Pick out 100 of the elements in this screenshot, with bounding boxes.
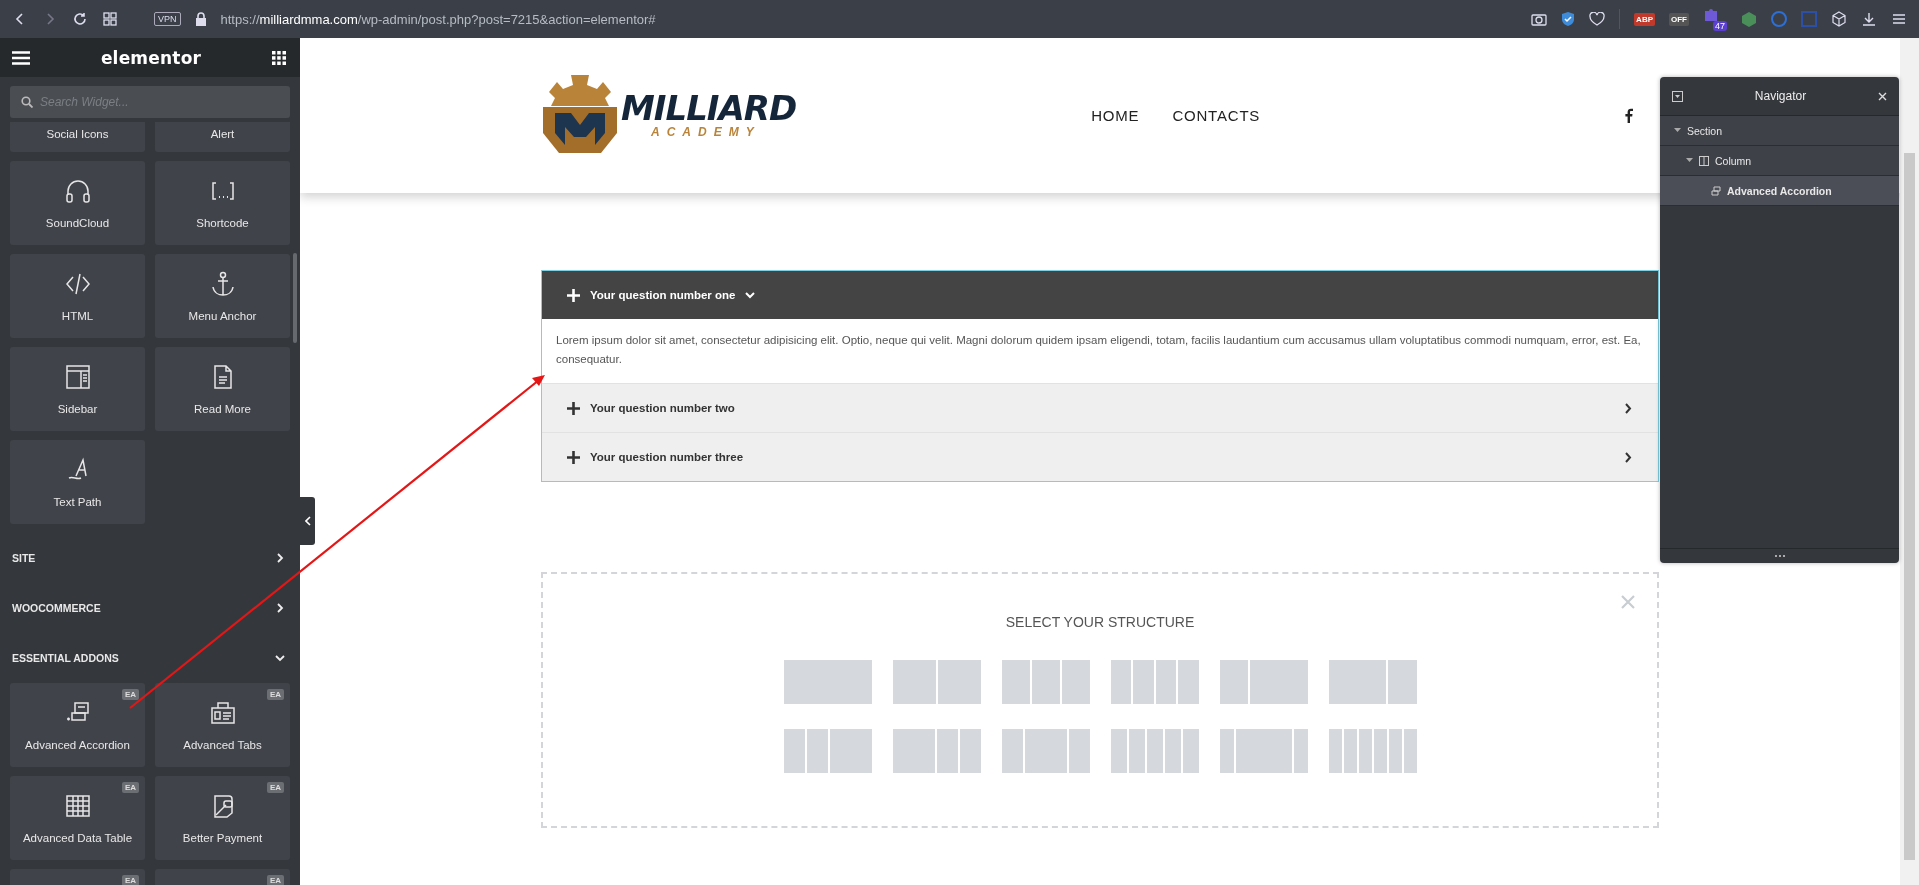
facebook-icon[interactable]: [1625, 108, 1633, 123]
column-layout-preset[interactable]: [892, 660, 981, 704]
addon-badge: EA: [121, 689, 139, 700]
category-header[interactable]: SITE: [10, 533, 290, 583]
addon-badge: EA: [121, 782, 139, 793]
widget-card[interactable]: Sidebar: [10, 347, 145, 431]
grid-icon[interactable]: [102, 11, 118, 27]
widget-card[interactable]: Text Path: [10, 440, 145, 524]
logo-subtitle: ACADEMY: [651, 125, 761, 140]
reload-icon[interactable]: [72, 11, 88, 27]
column-icon: [1699, 155, 1709, 166]
column-layout-preset[interactable]: [1328, 660, 1417, 704]
square-icon[interactable]: [1801, 11, 1817, 27]
category-header[interactable]: ESSENTIAL ADDONS: [10, 633, 290, 683]
accordion-title: Your question number two: [590, 402, 735, 414]
column-layout-preset[interactable]: [1219, 729, 1308, 773]
dots-icon: [1774, 554, 1785, 558]
widget-label: Text Path: [53, 496, 102, 508]
apps-grid-icon[interactable]: [272, 50, 286, 65]
column-layout-preset[interactable]: [1001, 660, 1090, 704]
tree-item[interactable]: Section: [1660, 116, 1899, 146]
addon-badge: EA: [266, 689, 284, 700]
nav-link[interactable]: CONTACTS: [1172, 107, 1261, 124]
widget-card[interactable]: Read More: [155, 347, 290, 431]
close-icon[interactable]: [1878, 91, 1887, 101]
widget-card[interactable]: EA Better Payment: [155, 776, 290, 860]
menu-icon[interactable]: [12, 50, 30, 65]
scrollbar[interactable]: [293, 253, 297, 343]
widget-label: Advanced Data Table: [22, 832, 133, 844]
category-title: WOOCOMMERCE: [12, 602, 101, 614]
structure-title: SELECT YOUR STRUCTURE: [1005, 614, 1195, 630]
tree-item[interactable]: Column: [1660, 146, 1899, 176]
column-layout-preset[interactable]: [1110, 660, 1199, 704]
tree-item-label: Column: [1715, 154, 1752, 167]
widget-label: SoundCloud: [45, 217, 110, 229]
column-layout-preset[interactable]: [1001, 729, 1090, 773]
plus-icon: [567, 401, 580, 415]
scrollbar[interactable]: [1900, 38, 1919, 885]
shield-icon[interactable]: [1561, 11, 1576, 27]
tree-item-label: Section: [1687, 124, 1723, 137]
extension-button[interactable]: 47: [1703, 7, 1727, 31]
sidebar-layout-icon: [63, 363, 92, 391]
widget-card[interactable]: EA Advanced Tabs: [155, 683, 290, 767]
heart-icon[interactable]: [1589, 12, 1606, 26]
collapse-panel-button[interactable]: [300, 497, 315, 545]
logo-title: MILLIARD: [621, 91, 797, 126]
chevron-right-icon: [1624, 402, 1632, 414]
category-title: SITE: [12, 552, 36, 564]
widget-card[interactable]: HTML: [10, 254, 145, 338]
column-layout-preset[interactable]: [1328, 729, 1417, 773]
tree-item-label: Advanced Accordion: [1727, 184, 1832, 197]
column-layout-preset[interactable]: [1110, 729, 1199, 773]
vpn-badge[interactable]: VPN: [154, 12, 181, 26]
address-bar[interactable]: https://milliardmma.com/wp-admin/post.php?post=7215&action=elementor#: [220, 11, 656, 27]
widget-card[interactable]: EA Advanced Data Table: [10, 776, 145, 860]
widget-label: Menu Anchor: [188, 310, 257, 322]
column-layout-preset[interactable]: [783, 729, 872, 773]
site-logo[interactable]: MILLIARD ACADEMY: [541, 72, 797, 159]
collapse-icon[interactable]: [1672, 90, 1683, 102]
headphones-icon: [63, 177, 92, 205]
circle-icon[interactable]: [1771, 11, 1787, 27]
widget-card[interactable]: EA: [155, 869, 290, 885]
extension-button[interactable]: OFF: [1669, 12, 1689, 26]
app-logo: elementor: [100, 47, 202, 68]
tree-item[interactable]: Advanced Accordion: [1660, 176, 1899, 206]
category-title: ESSENTIAL ADDONS: [12, 652, 119, 664]
widget-card[interactable]: Menu Anchor: [155, 254, 290, 338]
widget-label: Read More: [194, 403, 251, 415]
extension-button[interactable]: ABP: [1634, 12, 1655, 26]
widget-card[interactable]: SoundCloud: [10, 161, 145, 245]
box-icon[interactable]: [1831, 11, 1847, 27]
column-layout-preset[interactable]: [1219, 660, 1308, 704]
widget-card[interactable]: EA: [10, 869, 145, 885]
download-icon[interactable]: [1861, 11, 1877, 27]
panel-title: Navigator: [1754, 89, 1807, 103]
addon-badge: EA: [266, 782, 284, 793]
widget-label: Advanced Tabs: [183, 739, 262, 751]
widget-card[interactable]: Alert: [155, 122, 290, 152]
search-icon: [21, 96, 33, 108]
chevron-down-icon: [745, 291, 756, 299]
addon-badge: EA: [266, 875, 284, 885]
nav-link[interactable]: HOME: [1091, 107, 1140, 124]
puzzle-icon: [1703, 7, 1719, 23]
addon-badge: EA: [121, 875, 139, 885]
accordion-header[interactable]: Your question number two: [542, 383, 1658, 432]
accordion-title: Your question number one: [590, 289, 736, 301]
widget-label: Sidebar: [57, 403, 98, 415]
widget-label: Better Payment: [182, 832, 263, 844]
widget-label: HTML: [61, 310, 94, 322]
camera-icon[interactable]: [1531, 12, 1548, 26]
widget-label: Shortcode: [196, 217, 249, 229]
widget-card[interactable]: Social Icons: [10, 122, 145, 152]
accordion-header[interactable]: Your question number one: [542, 271, 1658, 319]
cube-icon[interactable]: [1741, 11, 1757, 27]
widget-card[interactable]: Shortcode: [155, 161, 290, 245]
accordion-header[interactable]: Your question number three: [542, 432, 1658, 481]
lock-icon: [194, 12, 207, 26]
widget-card[interactable]: EA Advanced Accordion: [10, 683, 145, 767]
category-header[interactable]: WOOCOMMERCE: [10, 583, 290, 633]
column-layout-preset[interactable]: [892, 729, 981, 773]
